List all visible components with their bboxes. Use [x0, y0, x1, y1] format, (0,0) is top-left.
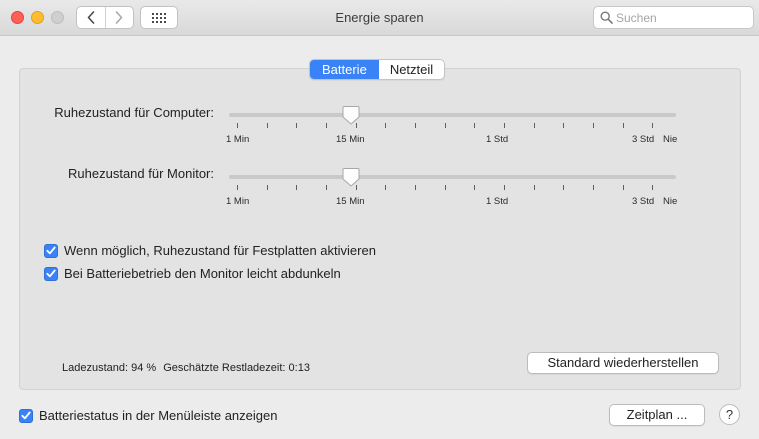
computer-tick-label-15min: 15 Min: [336, 134, 365, 145]
slider-tick: [534, 123, 535, 128]
slider-tick: [593, 123, 594, 128]
tab-battery[interactable]: Batterie: [310, 60, 379, 79]
checkmark-icon: [21, 411, 31, 420]
menubar-status-label: Batteriestatus in der Menüleiste anzeige…: [39, 408, 278, 423]
slider-tick: [593, 185, 594, 190]
computer-sleep-slider-track[interactable]: [229, 113, 676, 117]
monitor-sleep-label: Ruhezustand für Monitor:: [68, 166, 214, 181]
dim-display-label: Bei Batteriebetrieb den Monitor leicht a…: [64, 266, 341, 281]
search-field[interactable]: [593, 6, 754, 29]
slider-tick: [326, 123, 327, 128]
battery-status-line: Ladezustand: 94 % Geschätzte Restladezeit…: [62, 362, 310, 374]
computer-sleep-slider-knob[interactable]: [342, 105, 360, 125]
title-bar: Energie sparen: [0, 0, 759, 36]
slider-tick: [326, 185, 327, 190]
slider-tick: [296, 123, 297, 128]
menubar-status-option[interactable]: Batteriestatus in der Menüleiste anzeige…: [19, 408, 277, 423]
monitor-tick-label-never: Nie: [663, 196, 678, 207]
slider-tick: [504, 123, 505, 128]
remaining-time: Geschätzte Restladezeit: 0:13: [163, 362, 310, 374]
slider-tick: [237, 185, 238, 190]
preferences-window: Energie sparen Batterie Netzteil Ruhezus…: [0, 0, 759, 439]
slider-tick: [623, 123, 624, 128]
slider-tick: [267, 123, 268, 128]
slider-tick: [445, 123, 446, 128]
charge-level: Ladezustand: 94 %: [62, 362, 157, 374]
slider-tick: [237, 123, 238, 128]
slider-tick: [415, 185, 416, 190]
schedule-button[interactable]: Zeitplan ...: [609, 404, 705, 426]
slider-tick: [296, 185, 297, 190]
slider-tick: [563, 123, 564, 128]
monitor-tick-label-1min: 1 Min: [226, 196, 250, 207]
slider-tick: [415, 123, 416, 128]
search-input[interactable]: [616, 10, 748, 26]
checkmark-icon: [46, 246, 56, 255]
slider-tick: [474, 185, 475, 190]
slider-tick: [474, 123, 475, 128]
monitor-sleep-slider-knob[interactable]: [342, 167, 360, 187]
tab-power-adapter[interactable]: Netzteil: [379, 60, 444, 79]
monitor-sleep-slider-track[interactable]: [229, 175, 676, 179]
monitor-tick-label-3std: 3 Std: [632, 196, 655, 207]
slider-tick: [652, 185, 653, 190]
slider-tick: [623, 185, 624, 190]
slider-tick: [534, 185, 535, 190]
menubar-status-checkbox[interactable]: [19, 408, 33, 423]
help-button[interactable]: ?: [719, 404, 740, 425]
slider-tick: [385, 123, 386, 128]
slider-tick: [563, 185, 564, 190]
restore-defaults-button[interactable]: Standard wiederherstellen: [527, 352, 719, 374]
slider-tick: [267, 185, 268, 190]
computer-tick-label-3std: 3 Std: [632, 134, 655, 145]
slider-tick: [385, 185, 386, 190]
dim-display-option[interactable]: Bei Batteriebetrieb den Monitor leicht a…: [44, 266, 341, 281]
search-icon: [600, 11, 613, 24]
computer-sleep-label: Ruhezustand für Computer:: [54, 105, 214, 120]
monitor-tick-label-1std: 1 Std: [486, 196, 509, 207]
monitor-tick-label-15min: 15 Min: [336, 196, 365, 207]
dim-display-checkbox[interactable]: [44, 266, 58, 281]
checkmark-icon: [46, 269, 56, 278]
computer-tick-label-1min: 1 Min: [226, 134, 250, 145]
power-source-tabs: Batterie Netzteil: [309, 59, 446, 80]
slider-tick: [504, 185, 505, 190]
computer-tick-label-1std: 1 Std: [486, 134, 509, 145]
disk-sleep-option[interactable]: Wenn möglich, Ruhezustand für Festplatte…: [44, 243, 376, 258]
computer-tick-label-never: Nie: [663, 134, 678, 145]
disk-sleep-checkbox[interactable]: [44, 243, 58, 258]
slider-tick: [445, 185, 446, 190]
slider-tick: [652, 123, 653, 128]
disk-sleep-label: Wenn möglich, Ruhezustand für Festplatte…: [64, 243, 376, 258]
